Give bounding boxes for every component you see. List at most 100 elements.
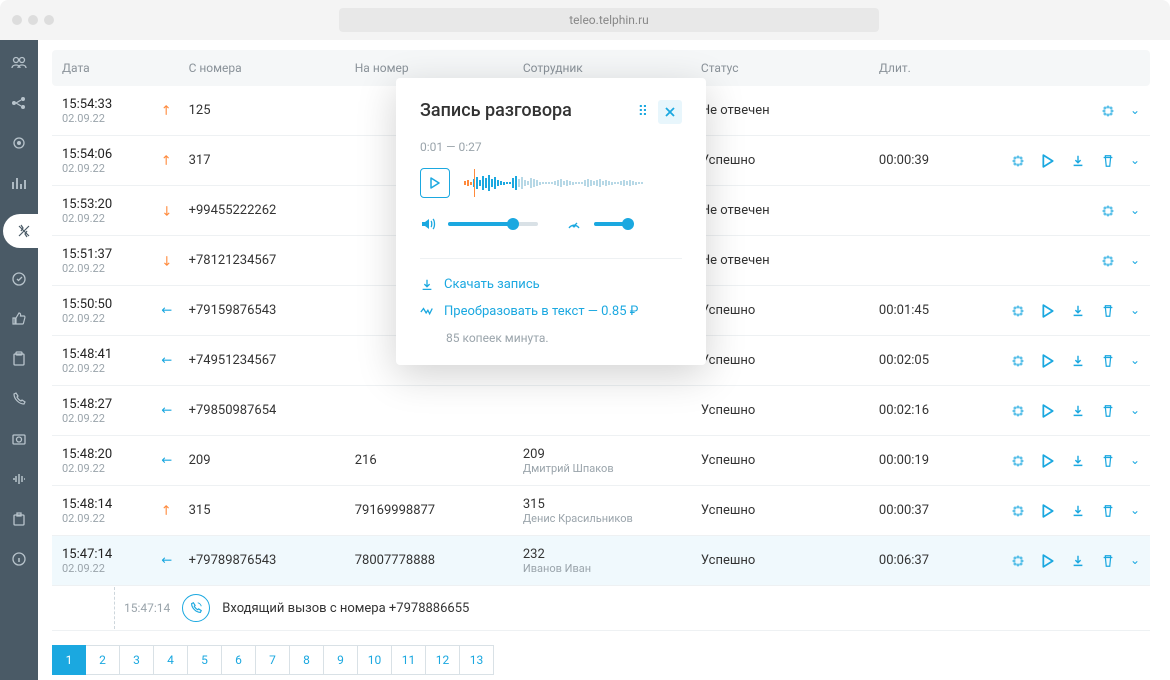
- delete-icon[interactable]: [1100, 403, 1116, 419]
- download-icon[interactable]: [1070, 403, 1086, 419]
- chevron-down-icon[interactable]: ⌄: [1130, 203, 1140, 217]
- chevron-down-icon[interactable]: ⌄: [1130, 303, 1140, 317]
- sidebar-item-info[interactable]: [10, 550, 28, 568]
- play-icon[interactable]: [1040, 353, 1056, 369]
- more-icon[interactable]: [1010, 153, 1026, 169]
- sidebar-item-target[interactable]: [10, 270, 28, 288]
- page-1[interactable]: 1: [52, 645, 86, 675]
- download-icon[interactable]: [1070, 503, 1086, 519]
- popup-title: Запись разговора: [420, 100, 572, 123]
- table-row[interactable]: 15:47:1402.09.22 ↙ +79789876543 78007778…: [52, 536, 1150, 586]
- sidebar-item-network[interactable]: [10, 94, 28, 112]
- table-row[interactable]: 15:48:1402.09.22 ↗ 315 79169998877 315Де…: [52, 486, 1150, 536]
- chevron-down-icon[interactable]: ⌄: [1130, 403, 1140, 417]
- speed-slider[interactable]: [594, 222, 634, 226]
- download-icon[interactable]: [1070, 153, 1086, 169]
- incoming-icon: ↙: [157, 301, 175, 319]
- sidebar-item-stats[interactable]: [10, 174, 28, 192]
- incoming-icon: ↙: [157, 401, 175, 419]
- page-10[interactable]: 10: [358, 645, 392, 675]
- page-7[interactable]: 7: [256, 645, 290, 675]
- more-icon[interactable]: [1010, 503, 1026, 519]
- page-13[interactable]: 13: [460, 645, 494, 675]
- chevron-down-icon[interactable]: ⌄: [1130, 253, 1140, 267]
- sidebar-item-archive[interactable]: [10, 510, 28, 528]
- play-button[interactable]: [420, 168, 450, 198]
- delete-icon[interactable]: [1100, 353, 1116, 369]
- header-to: На номер: [355, 61, 523, 75]
- play-icon[interactable]: [1040, 503, 1056, 519]
- delete-icon[interactable]: [1100, 303, 1116, 319]
- sidebar-item-settings[interactable]: [10, 134, 28, 152]
- page-11[interactable]: 11: [392, 645, 426, 675]
- play-icon[interactable]: [1040, 553, 1056, 569]
- sidebar-item-like[interactable]: [10, 310, 28, 328]
- sidebar-item-contacts[interactable]: [10, 54, 28, 72]
- outgoing-icon: ↗: [157, 501, 175, 519]
- page-6[interactable]: 6: [222, 645, 256, 675]
- download-icon[interactable]: [1070, 303, 1086, 319]
- download-recording-link[interactable]: Скачать запись: [420, 277, 682, 292]
- expanded-detail: 15:47:14 Входящий вызов с номера +797888…: [52, 586, 1150, 631]
- table-row[interactable]: 15:48:2702.09.22 ↙ +79850987654 Успешно …: [52, 386, 1150, 436]
- more-icon[interactable]: [1100, 203, 1116, 219]
- playback-time: 0:01 — 0:27: [420, 140, 682, 154]
- speed-icon[interactable]: [566, 216, 582, 232]
- chevron-down-icon[interactable]: ⌄: [1130, 153, 1140, 167]
- incoming-icon: ↙: [157, 451, 175, 469]
- delete-icon[interactable]: [1100, 553, 1116, 569]
- sidebar-item-calls[interactable]: [3, 214, 41, 248]
- outgoing-icon: ↗: [157, 151, 175, 169]
- chevron-down-icon[interactable]: ⌄: [1130, 453, 1140, 467]
- more-icon[interactable]: [1010, 453, 1026, 469]
- page-5[interactable]: 5: [188, 645, 222, 675]
- chevron-down-icon[interactable]: ⌄: [1130, 503, 1140, 517]
- page-2[interactable]: 2: [86, 645, 120, 675]
- chevron-down-icon[interactable]: ⌄: [1130, 353, 1140, 367]
- more-icon[interactable]: [1010, 303, 1026, 319]
- more-icon[interactable]: [1010, 353, 1026, 369]
- close-button[interactable]: [658, 100, 682, 124]
- play-icon[interactable]: [1040, 153, 1056, 169]
- play-icon[interactable]: [1040, 453, 1056, 469]
- sidebar-item-missed[interactable]: [10, 390, 28, 408]
- volume-slider[interactable]: [448, 222, 538, 226]
- delete-icon[interactable]: [1100, 503, 1116, 519]
- download-icon[interactable]: [1070, 353, 1086, 369]
- missed-icon: ↗: [157, 251, 175, 269]
- outgoing-icon: ↗: [157, 101, 175, 119]
- more-icon[interactable]: [1010, 403, 1026, 419]
- more-icon[interactable]: [1010, 553, 1026, 569]
- volume-icon[interactable]: [420, 216, 436, 232]
- download-icon[interactable]: [1070, 453, 1086, 469]
- transcribe-note: 85 копеек минута.: [446, 331, 682, 345]
- drag-handle-icon[interactable]: ⠿: [638, 104, 648, 120]
- header-from: С номера: [189, 61, 355, 75]
- page-12[interactable]: 12: [426, 645, 460, 675]
- playhead[interactable]: [474, 169, 475, 197]
- chevron-down-icon[interactable]: ⌄: [1130, 553, 1140, 567]
- missed-icon: ↗: [157, 201, 175, 219]
- page-8[interactable]: 8: [290, 645, 324, 675]
- download-icon[interactable]: [1070, 553, 1086, 569]
- delete-icon[interactable]: [1100, 453, 1116, 469]
- page-3[interactable]: 3: [120, 645, 154, 675]
- transcribe-link[interactable]: Преобразовать в текст — 0.85 ₽: [420, 304, 682, 319]
- detail-text: Входящий вызов с номера +7978886655: [222, 601, 469, 616]
- chevron-down-icon[interactable]: ⌄: [1130, 103, 1140, 117]
- play-icon[interactable]: [1040, 403, 1056, 419]
- table-row[interactable]: 15:48:2002.09.22 ↙ 209 216 209Дмитрий Шп…: [52, 436, 1150, 486]
- play-icon[interactable]: [1040, 303, 1056, 319]
- sidebar: [0, 40, 38, 680]
- incoming-call-icon: [182, 594, 210, 622]
- waveform[interactable]: [464, 169, 682, 197]
- page-4[interactable]: 4: [154, 645, 188, 675]
- delete-icon[interactable]: [1100, 153, 1116, 169]
- sidebar-item-camera[interactable]: [10, 430, 28, 448]
- more-icon[interactable]: [1100, 103, 1116, 119]
- more-icon[interactable]: [1100, 253, 1116, 269]
- sidebar-item-audio[interactable]: [10, 470, 28, 488]
- page-9[interactable]: 9: [324, 645, 358, 675]
- header-date: Дата: [62, 61, 161, 75]
- sidebar-item-clipboard[interactable]: [10, 350, 28, 368]
